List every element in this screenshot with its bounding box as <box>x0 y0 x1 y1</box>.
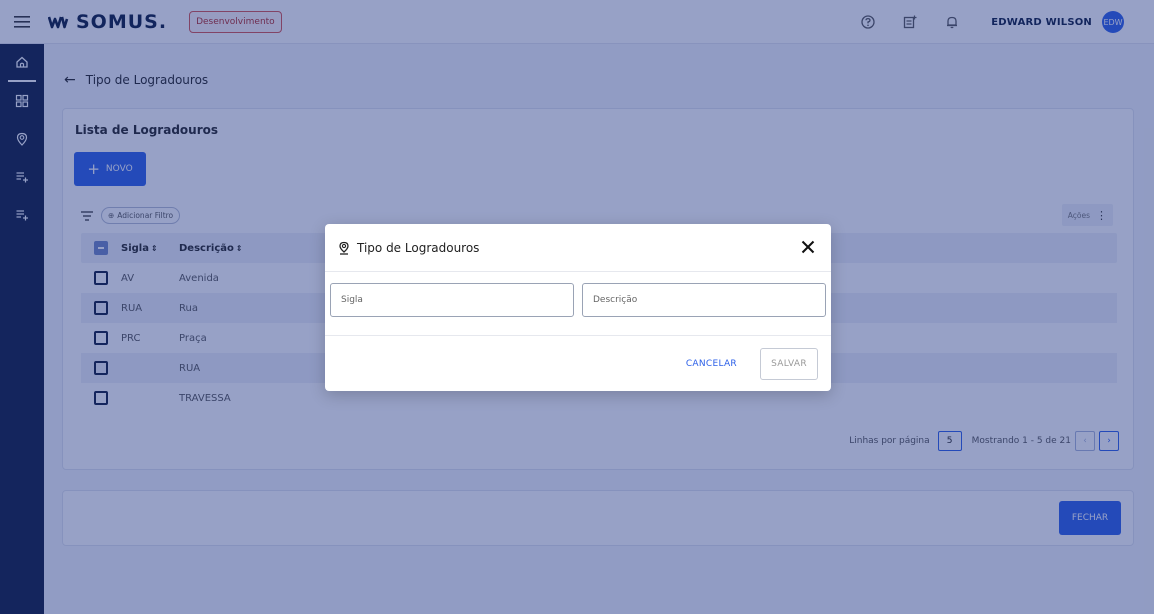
close-icon[interactable] <box>797 236 819 258</box>
modal-body <box>325 272 831 336</box>
modal-footer: CANCELAR SALVAR <box>325 336 831 391</box>
location-pin-icon <box>339 241 349 255</box>
cancel-button[interactable]: CANCELAR <box>682 348 741 380</box>
descricao-input[interactable] <box>582 283 826 317</box>
save-button[interactable]: SALVAR <box>760 348 818 380</box>
sigla-input[interactable] <box>330 283 574 317</box>
modal-title: Tipo de Logradouros <box>357 240 480 255</box>
modal-header: Tipo de Logradouros <box>325 224 831 272</box>
modal-dialog: Tipo de Logradouros CANCELAR SALVAR <box>325 224 831 391</box>
